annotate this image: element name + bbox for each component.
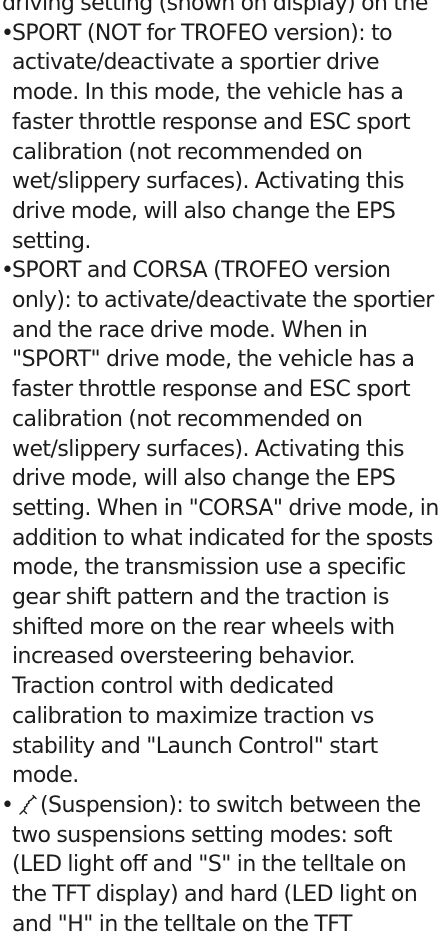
list-item-sport-corsa: • SPORT and CORSA (TROFEO version only):… xyxy=(0,256,444,791)
bullet-mark: • xyxy=(1,20,14,46)
clipped-top-line: driving setting (shown on display) on th… xyxy=(2,0,428,16)
list-item-text: SPORT and CORSA (TROFEO version only): t… xyxy=(12,258,439,789)
list-item-text: (Suspension): to switch between the two … xyxy=(12,792,421,937)
bullet-mark: • xyxy=(1,792,14,818)
document-page: driving setting (shown on display) on th… xyxy=(0,0,444,939)
suspension-icon xyxy=(16,793,38,815)
drive-mode-list: • SPORT (NOT for TROFEO version): to act… xyxy=(0,19,444,939)
list-item-sport: • SPORT (NOT for TROFEO version): to act… xyxy=(0,19,444,257)
list-item-suspension: • (Suspension): to switch between the tw… xyxy=(0,791,444,939)
bullet-mark: • xyxy=(1,258,14,284)
list-item-text: SPORT (NOT for TROFEO version): to activ… xyxy=(12,20,411,254)
